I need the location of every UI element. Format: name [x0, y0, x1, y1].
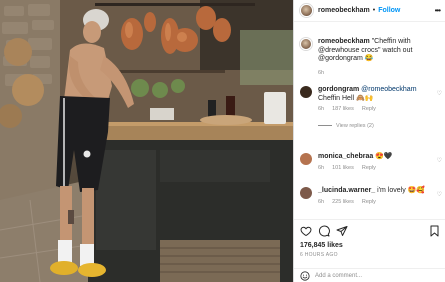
comments-list[interactable]: romeobeckham "Cheffin with @drewhouse cr…: [294, 24, 445, 219]
comment-meta: 6h 225 likes Reply: [318, 198, 434, 207]
reply-button[interactable]: Reply: [362, 198, 376, 207]
comment-item: gordongram @romeobeckham Cheffin Hell 🙈🙌…: [300, 86, 442, 132]
comment-icon[interactable]: [318, 225, 330, 237]
comment-text: 😍🖤: [373, 153, 393, 160]
comment-body: monica_chebraa 😍🖤 6h 101 likes Reply: [318, 153, 434, 172]
author-avatar[interactable]: [300, 4, 313, 17]
add-comment-input[interactable]: Add a comment...: [315, 273, 362, 279]
emoji-icon[interactable]: [300, 270, 310, 281]
post-side-panel: romeobeckham • Follow ••• romeobeckham "…: [293, 0, 445, 282]
comment-avatar[interactable]: [300, 153, 312, 165]
comment-body: gordongram @romeobeckham Cheffin Hell 🙈🙌…: [318, 86, 434, 130]
caption-time: 6h: [318, 69, 325, 76]
post-header: romeobeckham • Follow •••: [294, 0, 445, 22]
heart-outline-icon[interactable]: ♡: [437, 191, 442, 198]
comment-time: 6h: [318, 164, 325, 171]
comment-time: 6h: [318, 198, 325, 205]
comment-username[interactable]: _lucinda.warner_: [318, 187, 375, 194]
comment-item: monica_chebraa 😍🖤 6h 101 likes Reply ♡: [300, 153, 442, 177]
post-actions: 176,845 likes 6 HOURS AGO: [294, 219, 445, 258]
comment-time: 6h: [318, 106, 325, 112]
caption-body: romeobeckham "Cheffin with @drewhouse cr…: [318, 38, 434, 77]
action-icon-row: [300, 224, 440, 238]
add-comment-bar[interactable]: Add a comment...: [294, 268, 445, 282]
caption-username[interactable]: romeobeckham: [318, 38, 370, 45]
comment-item: _lucinda.warner_ i'm lovely 🤩🥰 6h 225 li…: [300, 187, 442, 211]
reply-button[interactable]: Reply: [362, 105, 376, 114]
header-separator: •: [372, 7, 376, 14]
follow-button[interactable]: Follow: [378, 7, 400, 14]
instagram-post-view: romeobeckham • Follow ••• romeobeckham "…: [0, 0, 445, 282]
reply-button[interactable]: Reply: [362, 164, 376, 173]
comment-avatar[interactable]: [300, 187, 312, 199]
comment-meta: 6h 187 likes Reply: [318, 105, 434, 114]
bookmark-icon[interactable]: [429, 225, 440, 237]
caption-avatar[interactable]: [300, 38, 312, 50]
heart-icon[interactable]: [300, 225, 312, 237]
comment-likes[interactable]: 101 likes: [332, 164, 354, 173]
author-username[interactable]: romeobeckham: [318, 7, 370, 14]
replies-line: [318, 125, 332, 127]
comment-likes[interactable]: 225 likes: [332, 198, 354, 207]
comment-text: i'm lovely 🤩🥰: [375, 187, 426, 194]
comment-meta: 6h 101 likes Reply: [318, 164, 434, 173]
heart-outline-icon[interactable]: ♡: [437, 90, 442, 97]
comment-body: _lucinda.warner_ i'm lovely 🤩🥰 6h 225 li…: [318, 187, 434, 206]
comment-text: Cheffin Hell 🙈🙌: [318, 94, 374, 102]
comment-username[interactable]: monica_chebraa: [318, 153, 373, 160]
comment-username[interactable]: gordongram: [318, 86, 359, 93]
kitchen-photo-illustration: [0, 0, 293, 282]
comment-mention[interactable]: @romeobeckham: [359, 86, 416, 93]
post-photo[interactable]: [0, 0, 293, 282]
share-icon[interactable]: [336, 225, 348, 237]
caption-meta: 6h: [318, 69, 434, 78]
heart-outline-icon[interactable]: ♡: [437, 157, 442, 164]
likes-count[interactable]: 176,845 likes: [300, 242, 440, 249]
comment-avatar[interactable]: [300, 86, 312, 98]
comment-likes[interactable]: 187 likes: [332, 105, 354, 114]
post-time-ago: 6 HOURS AGO: [300, 252, 338, 258]
view-replies-label: View replies (2): [336, 122, 374, 129]
caption: romeobeckham "Cheffin with @drewhouse cr…: [300, 38, 440, 78]
view-replies-button[interactable]: View replies (2): [318, 122, 434, 131]
ellipsis-icon[interactable]: •••: [435, 6, 441, 15]
